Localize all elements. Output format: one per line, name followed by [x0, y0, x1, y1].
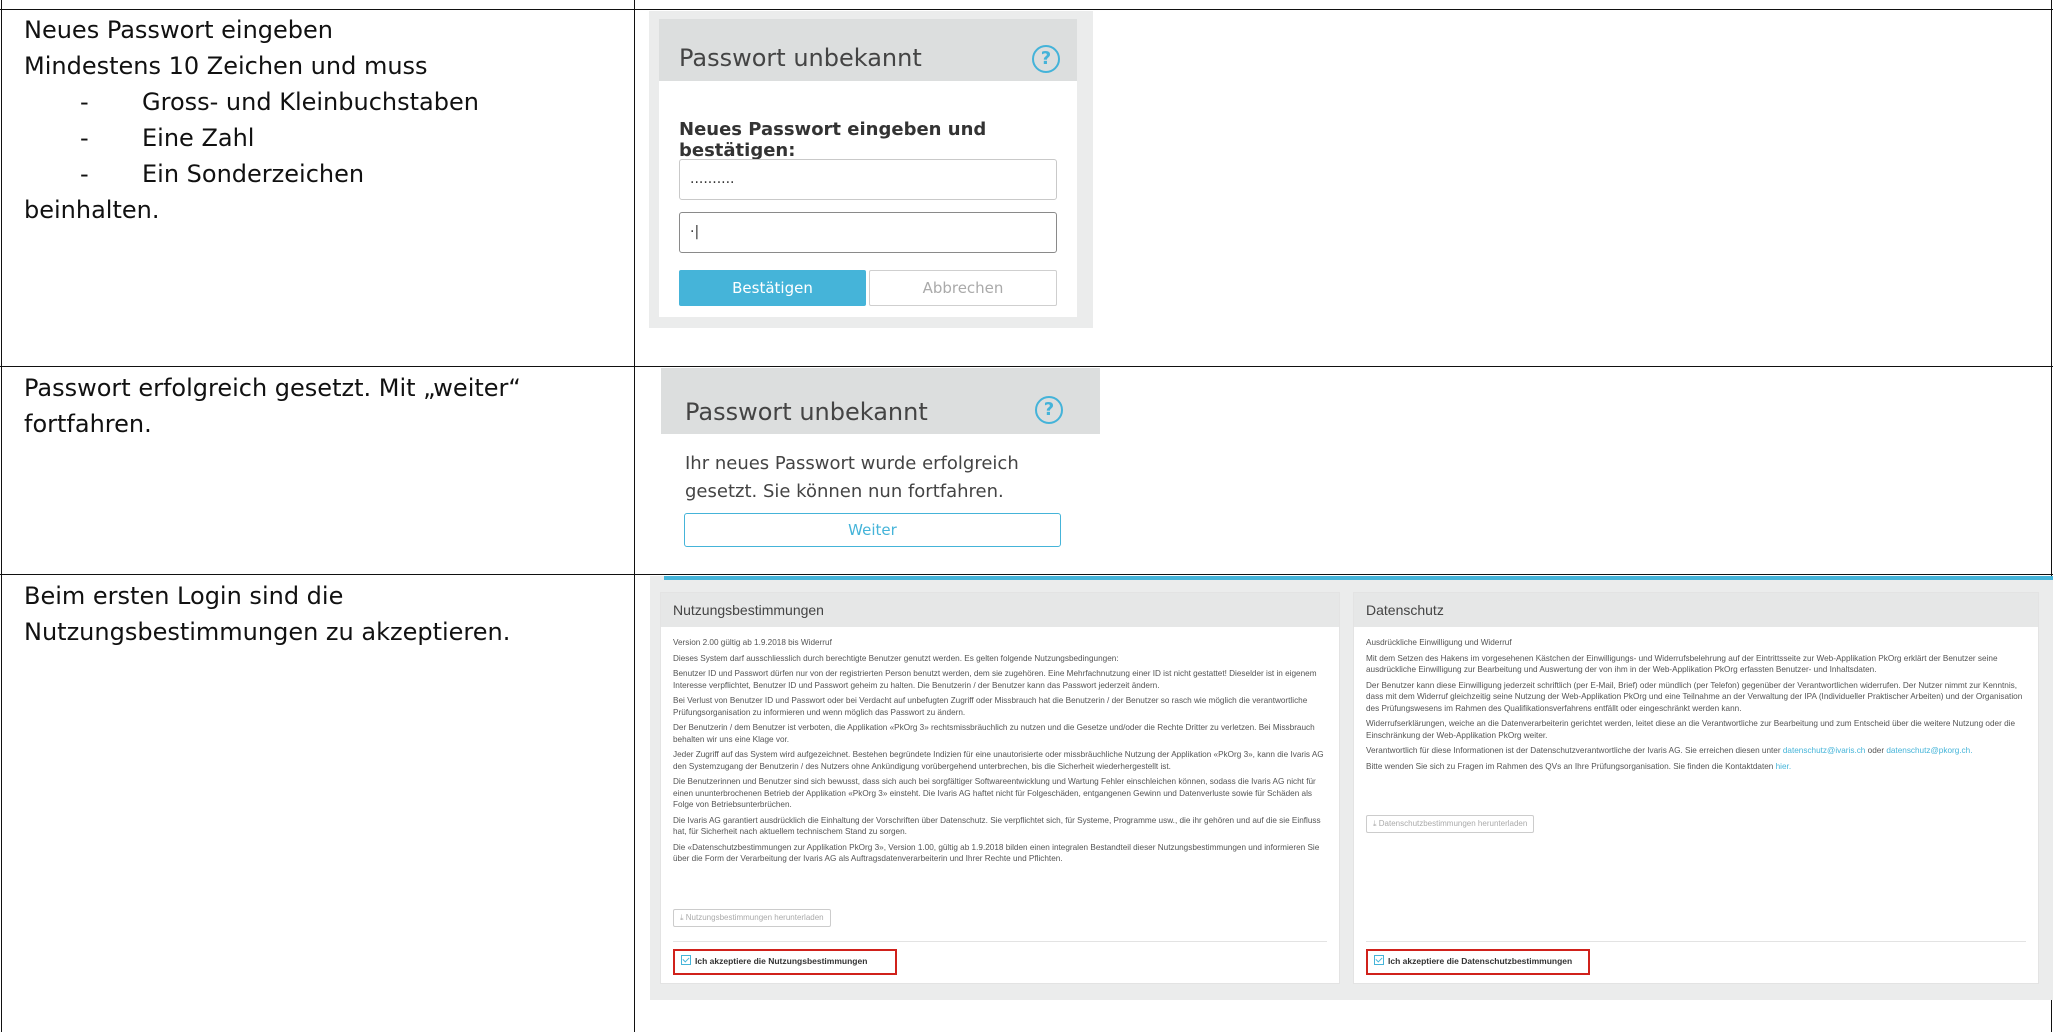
success-message: Ihr neues Passwort wurde erfolgreich ges…: [685, 450, 1019, 506]
requirement-item: - Ein Sonderzeichen: [80, 160, 365, 188]
new-password-input[interactable]: ..........: [679, 159, 1057, 200]
card-title: Passwort unbekannt: [685, 398, 928, 426]
password-form-screenshot: Passwort unbekannt ? Neues Passwort eing…: [649, 11, 1093, 328]
table-border-middle: [634, 0, 635, 1032]
terms-box: Nutzungsbestimmungen Version 2.00 gültig…: [660, 592, 1340, 984]
row1-line: Mindestens 10 Zeichen und muss: [24, 52, 428, 80]
privacy-paragraph: Mit dem Setzen des Hakens im vorgesehene…: [1366, 653, 1998, 675]
question-circle-icon[interactable]: ?: [1035, 396, 1063, 424]
accent-bar: [664, 576, 2053, 580]
cancel-button[interactable]: Abbrechen: [869, 270, 1057, 306]
privacy-paragraph: Widerrufserklärungen, weiche an die Date…: [1366, 719, 2015, 740]
row2-line: fortfahren.: [24, 410, 152, 438]
privacy-header: Datenschutz: [1354, 593, 2038, 627]
privacy-download-button[interactable]: ⤓ Datenschutzbestimmungen herunterladen: [1366, 815, 1535, 833]
row2-instructions: Passwort erfolgreich gesetzt. Mit „weite…: [24, 370, 521, 442]
next-button[interactable]: Weiter: [684, 513, 1061, 547]
row3-line: Beim ersten Login sind die: [24, 582, 344, 610]
terms-accept-checkbox[interactable]: Ich akzeptiere die Nutzungsbestimmungen: [673, 949, 897, 975]
privacy-email-link[interactable]: datenschutz@ivaris.ch: [1783, 746, 1866, 755]
terms-paragraph: Jeder Zugriff auf das System wird aufgez…: [673, 750, 1324, 771]
privacy-contact: Verantwortlich für diese Informationen i…: [1366, 746, 1973, 755]
checkbox-checked-icon[interactable]: [1374, 955, 1384, 965]
terms-paragraph: Die Ivaris AG garantiert ausdrücklich di…: [673, 815, 1321, 837]
terms-header: Nutzungsbestimmungen: [661, 593, 1339, 627]
requirement-item: - Gross- und Kleinbuchstaben: [80, 88, 479, 116]
privacy-email-link[interactable]: datenschutz@pkorg.ch.: [1886, 746, 1972, 755]
terms-paragraph: Version 2.00 gültig ab 1.9.2018 bis Wide…: [673, 638, 832, 647]
privacy-box: Datenschutz Ausdrückliche Einwilligung u…: [1353, 592, 2039, 984]
terms-screenshot: Nutzungsbestimmungen Version 2.00 gültig…: [650, 576, 2053, 1000]
contact-here-link[interactable]: hier.: [1776, 762, 1791, 771]
privacy-accept-checkbox[interactable]: Ich akzeptiere die Datenschutzbestimmung…: [1366, 949, 1590, 975]
confirm-button[interactable]: Bestätigen: [679, 270, 866, 306]
password-card: Passwort unbekannt ? Neues Passwort eing…: [659, 19, 1077, 317]
table-border-top: [0, 9, 2053, 10]
privacy-questions: Bitte wenden Sie sich zu Fragen im Rahme…: [1366, 761, 1792, 771]
terms-separator: [673, 941, 1327, 942]
table-border-row1: [0, 366, 2053, 367]
card-header: Passwort unbekannt ?: [661, 368, 1100, 434]
checkbox-checked-icon[interactable]: [681, 955, 691, 965]
privacy-separator: [1366, 941, 2026, 942]
document-table: Neues Passwort eingeben Mindestens 10 Ze…: [0, 0, 2053, 1032]
confirm-password-input[interactable]: ·|: [679, 212, 1057, 253]
terms-title: Nutzungsbestimmungen: [673, 602, 824, 618]
terms-paragraph: Die «Datenschutzbestimmungen zur Applika…: [673, 842, 1320, 864]
password-success-screenshot: Passwort unbekannt ? Ihr neues Passwort …: [661, 368, 1100, 573]
requirement-item: - Eine Zahl: [80, 124, 255, 152]
terms-paragraph: Der Benutzerin / dem Benutzer ist verbot…: [673, 723, 1315, 744]
row1-closing: beinhalten.: [24, 196, 160, 224]
password-prompt: Neues Passwort eingeben und bestätigen:: [679, 119, 987, 161]
table-border-row2: [0, 574, 2053, 575]
row1-instructions: Neues Passwort eingeben Mindestens 10 Ze…: [24, 12, 479, 228]
terms-paragraph: Dieses System darf ausschliesslich durch…: [673, 653, 1119, 663]
terms-paragraph: Bei Verlust von Benutzer ID und Passwort…: [673, 696, 1308, 717]
row2-line: Passwort erfolgreich gesetzt. Mit „weite…: [24, 374, 521, 402]
row3-line: Nutzungsbestimmungen zu akzeptieren.: [24, 618, 511, 646]
terms-body: Version 2.00 gültig ab 1.9.2018 bis Wide…: [673, 637, 1327, 869]
table-border-left: [1, 0, 2, 1032]
row3-instructions: Beim ersten Login sind die Nutzungsbesti…: [24, 578, 510, 650]
terms-paragraph: Benutzer ID und Passwort dürfen nur von …: [673, 669, 1317, 690]
privacy-body: Ausdrückliche Einwilligung und Widerruf …: [1366, 637, 2026, 776]
terms-download-button[interactable]: ⤓ Nutzungsbestimmungen herunterladen: [673, 909, 831, 927]
question-circle-icon[interactable]: ?: [1032, 45, 1060, 73]
card-title: Passwort unbekannt: [679, 44, 922, 72]
privacy-title: Datenschutz: [1366, 602, 1444, 618]
success-card: Passwort unbekannt ? Ihr neues Passwort …: [661, 368, 1100, 573]
terms-paragraph: Die Benutzerinnen und Benutzer sind sich…: [673, 777, 1316, 809]
row1-line: Neues Passwort eingeben: [24, 16, 334, 44]
success-line: Ihr neues Passwort wurde erfolgreich: [685, 453, 1019, 474]
success-line: gesetzt. Sie können nun fortfahren.: [685, 481, 1004, 502]
requirements-list: - Gross- und Kleinbuchstaben - Eine Zahl -…: [24, 84, 479, 192]
privacy-paragraph: Der Benutzer kann diese Einwilligung jed…: [1366, 680, 2023, 713]
privacy-paragraph: Ausdrückliche Einwilligung und Widerruf: [1366, 638, 1512, 647]
card-header: Passwort unbekannt ?: [659, 19, 1077, 81]
